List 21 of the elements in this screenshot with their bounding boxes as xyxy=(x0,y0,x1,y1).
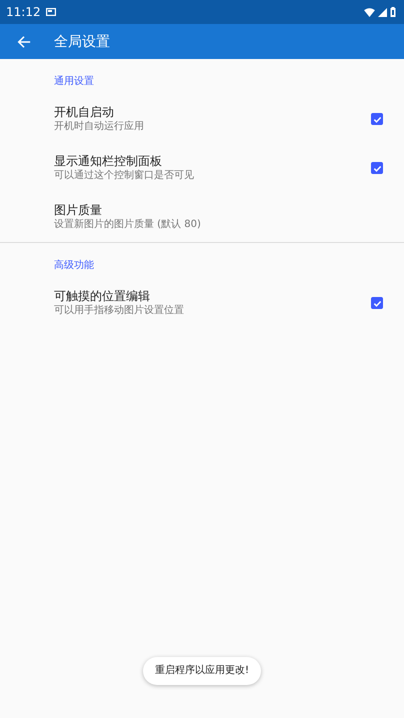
notification-icon xyxy=(46,8,56,16)
setting-title: 显示通知栏控制面板 xyxy=(54,153,163,169)
setting-description: 设置新图片的图片质量 (默认 80) xyxy=(54,218,202,232)
wifi-icon xyxy=(364,8,375,16)
section-header: 通用设置 xyxy=(53,74,95,89)
checkbox[interactable] xyxy=(371,113,383,125)
setting-title: 开机自启动 xyxy=(54,104,115,120)
status-time: 11:12 xyxy=(6,5,41,19)
checkbox[interactable] xyxy=(371,162,383,174)
checkbox[interactable] xyxy=(371,297,383,309)
battery-icon xyxy=(390,7,396,17)
back-arrow-icon xyxy=(17,34,31,48)
signal-icon xyxy=(378,8,387,16)
setting-description: 可以用手指移动图片设置位置 xyxy=(54,304,185,318)
setting-title: 可触摸的位置编辑 xyxy=(54,288,151,304)
setting-description: 可以通过这个控制窗口是否可见 xyxy=(54,169,195,183)
section-header: 高级功能 xyxy=(53,258,95,273)
toast-message: 重启程序以应用更改! xyxy=(142,657,261,685)
app-bar-title: 全局设置 xyxy=(54,32,110,50)
setting-description: 开机时自动运行应用 xyxy=(54,120,145,134)
setting-title: 图片质量 xyxy=(54,202,103,218)
